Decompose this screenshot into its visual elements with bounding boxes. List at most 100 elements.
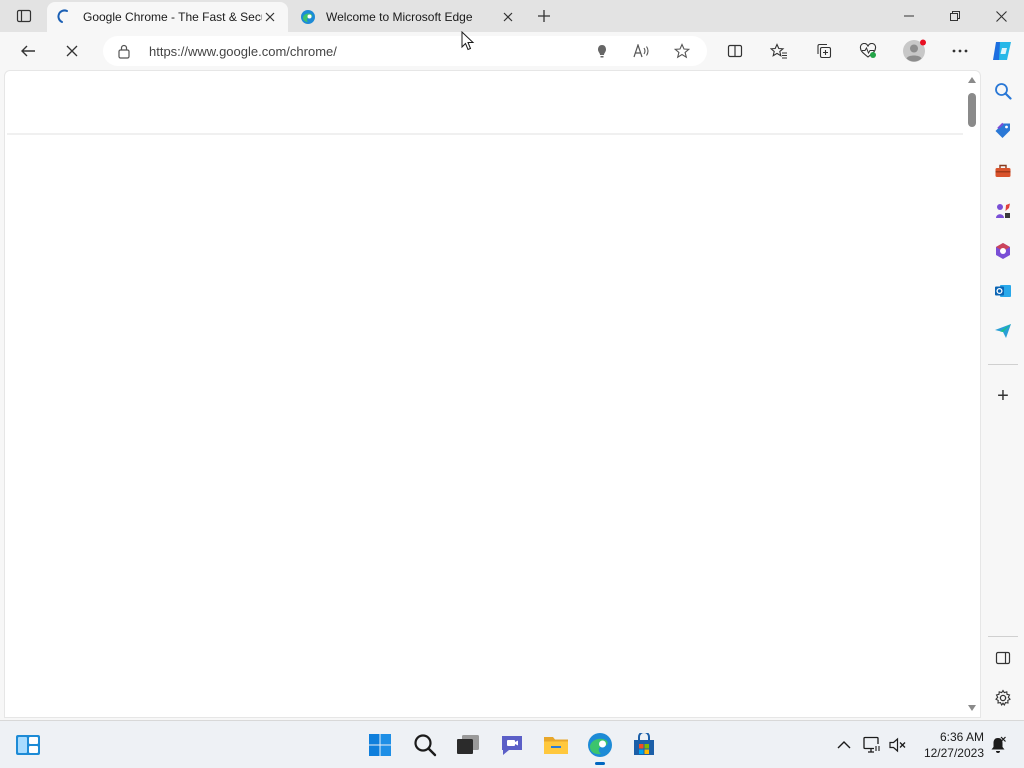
network-button[interactable] xyxy=(858,731,886,759)
store-icon xyxy=(634,733,654,755)
collections-button[interactable] xyxy=(808,35,840,67)
split-screen-icon xyxy=(727,44,743,58)
tab-close-button[interactable] xyxy=(262,9,278,25)
clock-date: 12/27/2023 xyxy=(923,746,984,760)
shopping-tag-icon xyxy=(995,122,1010,138)
edge-icon xyxy=(588,733,612,757)
sidebar-panel-icon xyxy=(995,651,1011,665)
address-bar[interactable]: https://www.google.com/chrome/ xyxy=(103,36,707,66)
chevron-up-icon xyxy=(837,741,851,749)
tab-actions-button[interactable] xyxy=(10,6,38,26)
split-screen-button[interactable] xyxy=(719,35,751,67)
favorite-star-icon[interactable] xyxy=(671,41,693,61)
close-icon xyxy=(995,10,1007,22)
outlook-icon xyxy=(995,285,1011,297)
close-icon xyxy=(265,12,275,22)
taskbar-search-button[interactable] xyxy=(411,731,439,759)
microsoft-365-icon xyxy=(996,243,1010,259)
profile-button[interactable] xyxy=(898,35,930,67)
sidebar-divider xyxy=(988,636,1018,637)
sidebar-m365-button[interactable] xyxy=(990,238,1016,264)
show-hidden-icons-button[interactable] xyxy=(830,731,858,759)
tab-title: Google Chrome - The Fast & Secure Web Br… xyxy=(83,10,262,24)
tab-close-button[interactable] xyxy=(500,9,516,25)
task-view-button[interactable] xyxy=(454,731,482,759)
store-button[interactable] xyxy=(630,731,658,759)
restore-icon xyxy=(950,11,960,21)
close-window-button[interactable] xyxy=(978,0,1024,32)
restore-button[interactable] xyxy=(932,0,978,32)
more-dots-icon xyxy=(952,49,968,53)
settings-more-button[interactable] xyxy=(944,35,976,67)
clock-time: 6:36 AM xyxy=(939,730,984,744)
heart-pulse-icon xyxy=(859,43,877,58)
sidebar-search-button[interactable] xyxy=(990,78,1016,104)
sidebar-add-button[interactable]: + xyxy=(990,383,1016,409)
minimize-button[interactable] xyxy=(886,0,932,32)
tab-strip: Google Chrome - The Fast & Secure Web Br… xyxy=(0,0,1024,32)
minimize-icon xyxy=(904,15,914,17)
chat-button[interactable] xyxy=(498,731,526,759)
search-icon xyxy=(414,734,437,757)
sidebar-settings-button[interactable] xyxy=(990,685,1016,711)
gear-icon xyxy=(995,689,1011,707)
tools-icon xyxy=(995,164,1011,177)
copilot-button[interactable] xyxy=(986,35,1018,67)
sidebar-tools-button[interactable] xyxy=(990,158,1016,184)
vertical-scrollbar[interactable] xyxy=(964,71,980,717)
scroll-down-arrow-icon[interactable] xyxy=(968,705,976,711)
loading-spinner-icon xyxy=(57,9,68,23)
file-explorer-button[interactable] xyxy=(542,731,570,759)
read-aloud-icon[interactable] xyxy=(631,41,653,61)
plus-icon xyxy=(538,10,550,22)
sidebar-hide-button[interactable] xyxy=(990,645,1016,671)
close-icon xyxy=(503,12,513,22)
widgets-button[interactable] xyxy=(14,731,42,759)
edge-logo-icon xyxy=(301,10,315,24)
toolbar: https://www.google.com/chrome/ xyxy=(0,32,1024,70)
back-arrow-icon xyxy=(21,45,35,57)
widgets-icon xyxy=(16,735,40,755)
notification-bell-icon xyxy=(991,736,1006,753)
favorites-button[interactable] xyxy=(763,35,795,67)
start-icon xyxy=(369,734,391,756)
copilot-icon xyxy=(993,42,1011,60)
back-button[interactable] xyxy=(12,35,44,67)
sidebar-shopping-button[interactable] xyxy=(990,118,1016,144)
new-tab-button[interactable] xyxy=(532,6,556,26)
volume-button[interactable] xyxy=(884,731,912,759)
page-content[interactable] xyxy=(4,70,981,718)
system-clock[interactable]: 6:36 AM 12/27/2023 xyxy=(912,729,984,761)
send-icon xyxy=(995,324,1011,338)
tab-welcome-edge[interactable]: Welcome to Microsoft Edge xyxy=(290,2,526,32)
start-button[interactable] xyxy=(366,731,394,759)
stop-loading-button[interactable] xyxy=(56,35,88,67)
volume-muted-icon xyxy=(889,737,906,753)
stop-icon xyxy=(66,45,78,57)
scroll-thumb[interactable] xyxy=(968,93,976,127)
sidebar-divider xyxy=(988,364,1018,365)
avatar-icon xyxy=(903,39,926,62)
search-icon xyxy=(995,83,1012,100)
favorites-icon xyxy=(770,43,787,59)
notifications-button[interactable] xyxy=(984,731,1012,759)
edge-sidebar: + xyxy=(982,70,1024,718)
url-text[interactable]: https://www.google.com/chrome/ xyxy=(149,44,337,59)
sidebar-games-button[interactable] xyxy=(990,198,1016,224)
tracking-icon[interactable] xyxy=(591,41,613,61)
lock-icon[interactable] xyxy=(117,43,131,62)
scroll-up-arrow-icon[interactable] xyxy=(968,77,976,83)
edge-taskbar-button[interactable] xyxy=(586,731,614,765)
games-icon xyxy=(996,203,1010,218)
file-explorer-icon xyxy=(544,737,568,754)
plus-icon: + xyxy=(997,385,1009,407)
tab-google-chrome[interactable]: Google Chrome - The Fast & Secure Web Br… xyxy=(47,2,288,32)
task-view-icon xyxy=(457,735,479,754)
chat-icon xyxy=(502,736,522,755)
collections-icon xyxy=(817,43,832,59)
browser-essentials-button[interactable] xyxy=(852,35,884,67)
mouse-pointer-icon xyxy=(461,31,475,51)
tab-actions-icon xyxy=(16,9,32,23)
sidebar-send-button[interactable] xyxy=(990,318,1016,344)
sidebar-outlook-button[interactable] xyxy=(990,278,1016,304)
